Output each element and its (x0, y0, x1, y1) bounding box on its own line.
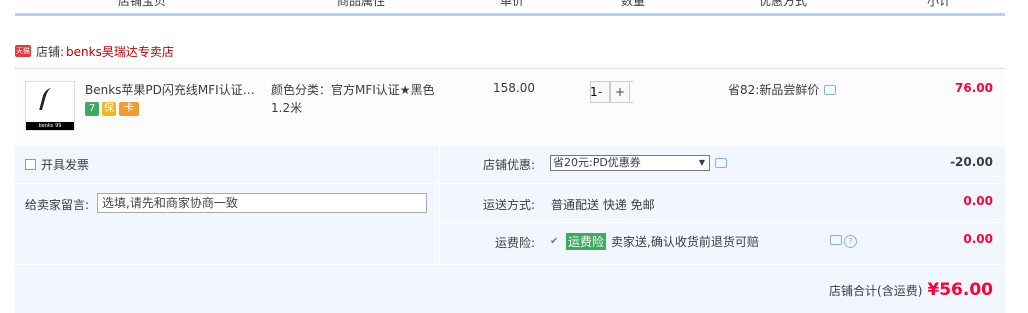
dropdown-arrow-icon: ▼ (698, 158, 705, 167)
service-badges: 7 保 卡 (85, 102, 139, 116)
product-attributes: 颜色分类：官方MFI认证★黑色1.2米 (271, 83, 435, 115)
shop-discount-value: 省20元:PD优惠券 (553, 156, 641, 169)
column-divider (439, 146, 440, 264)
shipping-amount: 0.00 (963, 194, 993, 208)
insurance-amount: 0.00 (963, 232, 993, 246)
row-divider (440, 222, 1005, 223)
quantity-stepper: - 1 + (590, 81, 633, 103)
qty-input[interactable]: 1 (590, 81, 633, 103)
brand-logo-icon (39, 88, 62, 110)
message-input[interactable]: 选填,请先和商家协商一致 (97, 193, 427, 213)
shop-discount-label: 店铺优惠: (482, 158, 535, 172)
shop-total: 店铺合计(含运费) ¥56.00 (829, 280, 993, 300)
invoice-label: 开具发票 (41, 158, 90, 172)
order-options-panel: 开具发票 给卖家留言: 选填,请先和商家协商一致 店铺优惠: 省20元:PD优惠… (15, 146, 1005, 313)
guarantee-icon[interactable]: 保 (102, 102, 116, 116)
shipping-value: 普通配送 快递 免邮 (551, 198, 655, 212)
promo-method: 省82:新品尝鲜价 (728, 81, 837, 98)
header-col-attr: 商品属性 (337, 0, 386, 8)
row-divider (15, 264, 1005, 265)
cart-item-row: benks 99 Benks苹果PD闪充线MFI认证数据线 7 保 卡 颜色分类… (15, 68, 1005, 147)
checkmark-icon[interactable]: ✔ (550, 236, 561, 247)
comment-icon[interactable] (715, 158, 727, 168)
seven-day-return-icon[interactable]: 7 (85, 102, 99, 116)
insurance-value: ✔ 运费险 卖家送,确认收货前退货可赔 (550, 233, 759, 250)
thumbnail-caption: benks 99 (26, 122, 74, 130)
item-subtotal: 76.00 (955, 81, 993, 95)
help-icon[interactable]: ? (844, 235, 857, 248)
shop-discount-select[interactable]: 省20元:PD优惠券 ▼ (550, 155, 710, 171)
header-col-price: 单价 (500, 0, 525, 8)
header-divider (15, 13, 1005, 16)
invoice-option[interactable]: 开具发票 (25, 156, 89, 173)
shipping-label: 运送方式: (482, 198, 535, 212)
shop-name-link[interactable]: benks昊瑞达专卖店 (66, 43, 174, 60)
product-thumbnail[interactable]: benks 99 (25, 81, 75, 131)
shop-header: 天猫 店铺: benks昊瑞达专卖店 (15, 43, 174, 59)
credit-card-icon[interactable]: 卡 (119, 102, 139, 116)
row-divider (440, 183, 1005, 184)
shop-total-amount: ¥56.00 (927, 280, 993, 300)
comment-icon[interactable] (824, 84, 837, 95)
insurance-text: 卖家送,确认收货前退货可赔 (611, 235, 759, 249)
shop-discount-amount: -20.00 (950, 155, 993, 169)
header-col-item: 店铺宝贝 (118, 0, 167, 8)
header-col-subtotal: 小计 (927, 0, 952, 8)
row-divider (15, 183, 439, 184)
promo-text: 省82:新品尝鲜价 (728, 83, 820, 97)
header-col-promo: 优惠方式 (759, 0, 808, 8)
insurance-label: 运费险: (494, 236, 535, 250)
unit-price: 158.00 (493, 81, 535, 95)
message-label: 给卖家留言: (25, 198, 90, 212)
table-header: 店铺宝贝 商品属性 单价 数量 优惠方式 小计 (15, 0, 1005, 14)
insurance-tag: 运费险 (566, 233, 607, 250)
shop-label: 店铺: (36, 44, 65, 59)
shop-discount-field: 省20元:PD优惠券 ▼ (550, 155, 727, 171)
invoice-checkbox[interactable] (25, 159, 36, 170)
product-title-link[interactable]: Benks苹果PD闪充线MFI认证数据线 (85, 81, 265, 98)
header-col-qty: 数量 (621, 0, 646, 8)
shop-total-label: 店铺合计(含运费) (829, 284, 923, 298)
tmall-icon: 天猫 (15, 45, 31, 57)
comment-icon[interactable] (830, 235, 842, 245)
insurance-icons: ? (830, 235, 857, 248)
